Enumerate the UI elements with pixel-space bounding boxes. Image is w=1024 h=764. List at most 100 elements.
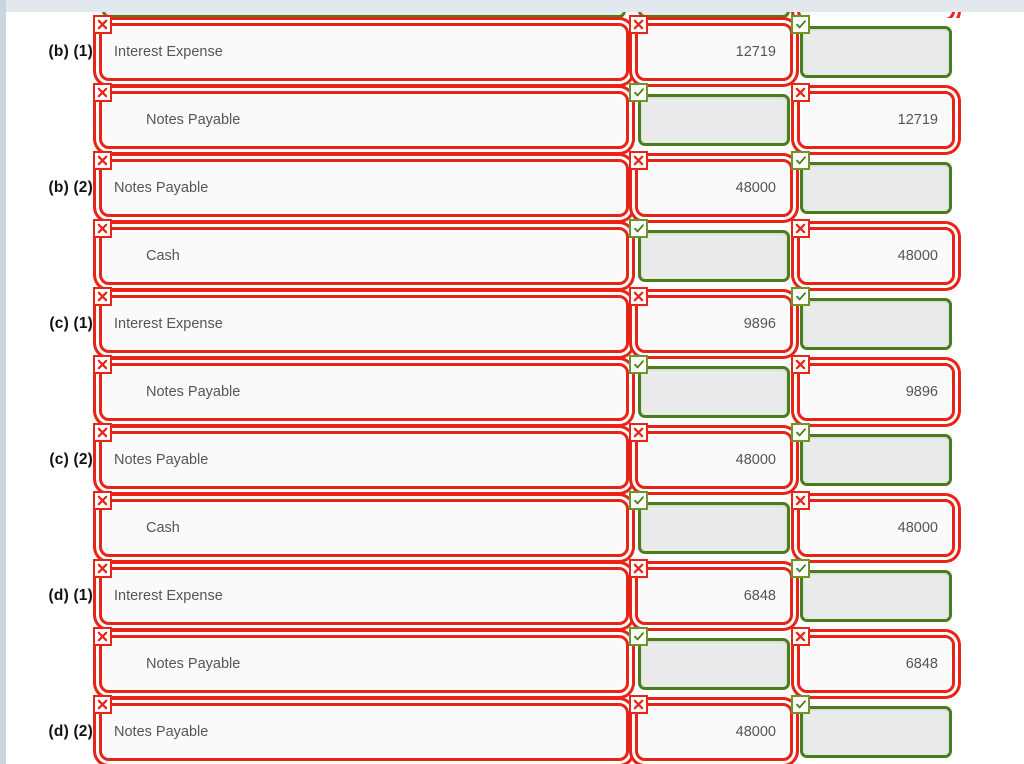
field-value: 48000 [897,248,938,264]
row-label: (d) (1) [48,587,93,604]
debit-amount-input[interactable]: 12719 [635,23,793,81]
debit-field-wrapper [629,627,790,690]
row-label: (b) (2) [48,179,93,196]
account-title-input[interactable]: Notes Payable [99,703,629,761]
x-mark-icon [629,151,648,170]
credit-amount-input[interactable] [800,706,952,758]
debit-amount-input[interactable] [638,230,790,282]
account-title-input[interactable]: Interest Expense [99,23,629,81]
x-mark-icon [93,287,112,306]
row-fields: Notes Payable 48000 [93,423,1024,494]
x-mark-icon [791,491,810,510]
credit-amount-input[interactable]: 9896 [797,363,955,421]
check-mark-icon [791,695,810,714]
account-title-input[interactable]: Cash [99,499,629,557]
journal-row: Notes Payable 12719 [6,83,1024,154]
debit-amount-input[interactable]: 9896 [635,295,793,353]
acct-field-wrapper: Interest Expense [93,15,629,81]
journal-row: (c) (1) Interest Expense 9896 [6,287,1024,358]
account-title-input[interactable]: Notes Payable [99,635,629,693]
x-mark-icon [629,695,648,714]
row-label: (c) (2) [49,451,93,468]
field-value: Interest Expense [114,588,223,604]
credit-amount-input[interactable] [800,570,952,622]
row-fields: Notes Payable 48000 [93,695,1024,764]
account-title-input[interactable]: Notes Payable [99,159,629,217]
x-mark-icon [93,15,112,34]
x-mark-icon [93,423,112,442]
field-value: Notes Payable [114,452,209,468]
x-mark-icon [93,559,112,578]
x-mark-icon [93,219,112,238]
credit-amount-input[interactable] [800,26,952,78]
credit-field-wrapper: 9896 [791,355,955,421]
account-title-input[interactable]: Cash [99,227,629,285]
field-value: 48000 [735,180,776,196]
account-title-input[interactable]: Interest Expense [99,567,629,625]
credit-field-wrapper: 48000 [791,219,955,285]
credit-amount-input[interactable] [800,434,952,486]
debit-field-wrapper [629,83,790,146]
acct-field-wrapper: Interest Expense [93,559,629,625]
field-value: Interest Expense [114,44,223,60]
field-value: 48000 [735,452,776,468]
debit-amount-input[interactable]: 48000 [635,159,793,217]
credit-amount-input[interactable]: 48000 [797,499,955,557]
check-mark-icon [791,15,810,34]
account-title-input[interactable]: Notes Payable [99,363,629,421]
x-mark-icon [629,15,648,34]
row-fields: Notes Payable 12719 [93,83,1024,154]
x-mark-icon [791,355,810,374]
acct-field-wrapper: Notes Payable [93,355,629,421]
x-mark-icon [93,695,112,714]
journal-row: (b) (1) Interest Expense 12719 [6,15,1024,86]
credit-field-wrapper: 6848 [791,627,955,693]
field-value: Notes Payable [114,180,209,196]
x-mark-icon [791,219,810,238]
check-mark-icon [791,559,810,578]
x-mark-icon [791,627,810,646]
debit-field-wrapper: 9896 [629,287,793,353]
x-mark-icon [629,423,648,442]
credit-field-wrapper: 12719 [791,83,955,149]
journal-row: (c) (2) Notes Payable 48000 [6,423,1024,494]
row-fields: Cash 48000 [93,219,1024,290]
journal-row: Notes Payable 9896 [6,355,1024,426]
check-mark-icon [791,287,810,306]
journal-row: (d) (2) Notes Payable 48000 [6,695,1024,764]
acct-field-wrapper: Interest Expense [93,287,629,353]
credit-amount-input[interactable]: 12719 [797,91,955,149]
row-label: (b) (1) [48,43,93,60]
debit-field-wrapper [629,219,790,282]
debit-amount-input[interactable]: 48000 [635,431,793,489]
debit-field-wrapper: 48000 [629,695,793,761]
account-title-input[interactable]: Notes Payable [99,431,629,489]
debit-amount-input[interactable]: 6848 [635,567,793,625]
row-fields: Cash 48000 [93,491,1024,562]
debit-field-wrapper [629,355,790,418]
credit-field-wrapper [791,423,952,486]
check-mark-icon [791,151,810,170]
debit-amount-input[interactable]: 48000 [635,703,793,761]
credit-amount-input[interactable]: 6848 [797,635,955,693]
debit-amount-input[interactable] [638,638,790,690]
credit-field-wrapper [791,287,952,350]
field-value: 6848 [905,656,938,672]
check-mark-icon [629,627,648,646]
field-value: 12719 [735,44,776,60]
journal-row: Cash 48000 [6,491,1024,562]
credit-amount-input[interactable]: 48000 [797,227,955,285]
debit-amount-input[interactable] [638,94,790,146]
window-top-chrome [0,0,1024,12]
debit-amount-input[interactable] [638,366,790,418]
credit-amount-input[interactable] [800,162,952,214]
account-title-input[interactable]: Notes Payable [99,91,629,149]
credit-amount-input[interactable] [800,298,952,350]
journal-entry-sheet: (b) (1) Interest Expense 12719 Notes Payabl… [6,12,1024,764]
check-mark-icon [791,423,810,442]
debit-amount-input[interactable] [638,502,790,554]
journal-row: (b) (2) Notes Payable 48000 [6,151,1024,222]
field-value: Cash [146,248,180,264]
row-label: (d) (2) [48,723,93,740]
account-title-input[interactable]: Interest Expense [99,295,629,353]
